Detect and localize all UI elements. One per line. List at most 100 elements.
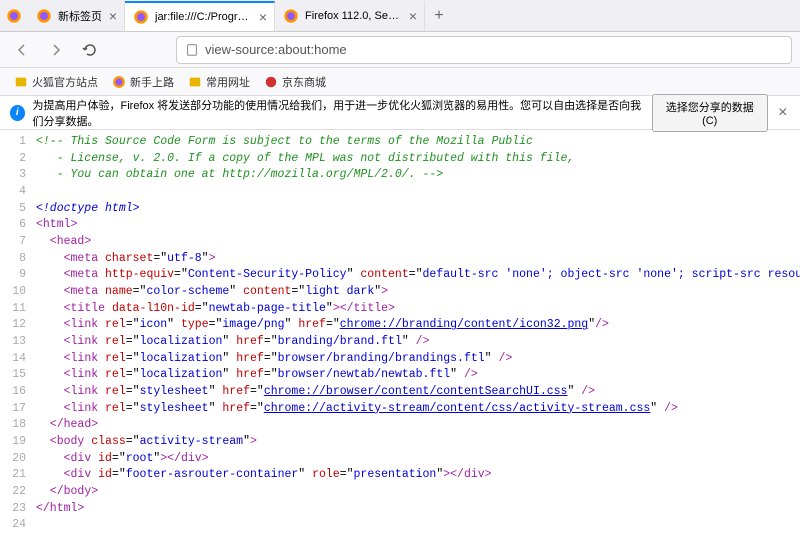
tab-close-button[interactable]: × [106,9,120,23]
source-line: 3 - You can obtain one at http://mozilla… [0,167,800,184]
tab-title: Firefox 112.0, See All New Fe [305,10,402,22]
reload-button[interactable] [76,36,104,64]
bookmarks-toolbar: 火狐官方站点新手上路 常用网址京东商城 [0,68,800,96]
source-line: 24 [0,517,800,534]
url-bar[interactable]: view-source:about:home [176,36,792,64]
source-line: 7 <head> [0,234,800,251]
tab-favicon [36,8,52,24]
line-number: 17 [0,401,36,418]
line-number: 6 [0,217,36,234]
line-code[interactable] [36,184,800,201]
line-code[interactable]: <html> [36,217,800,234]
line-code[interactable]: <meta name="color-scheme" content="light… [36,284,800,301]
source-line: 22 </body> [0,484,800,501]
source-line: 20 <div id="root"></div> [0,451,800,468]
line-code[interactable]: <link rel="localization" href="browser/b… [36,351,800,368]
source-line: 2 - License, v. 2.0. If a copy of the MP… [0,151,800,168]
line-number: 4 [0,184,36,201]
bookmark-icon [188,75,202,89]
info-icon: i [10,105,25,121]
line-code[interactable]: </head> [36,417,800,434]
line-code[interactable]: <!doctype html> [36,201,800,218]
line-code[interactable]: <link rel="stylesheet" href="chrome://ac… [36,401,800,418]
line-number: 2 [0,151,36,168]
line-number: 13 [0,334,36,351]
tab-0[interactable]: 新标签页 × [28,1,125,31]
source-view: 1<!-- This Source Code Form is subject t… [0,130,800,538]
line-number: 5 [0,201,36,218]
new-tab-button[interactable]: + [425,2,453,30]
page-icon [185,43,199,57]
info-close-button[interactable]: × [776,104,791,122]
source-line: 12 <link rel="icon" type="image/png" hre… [0,317,800,334]
line-number: 3 [0,167,36,184]
source-line: 13 <link rel="localization" href="brandi… [0,334,800,351]
line-number: 15 [0,367,36,384]
line-code[interactable] [36,517,800,534]
line-code[interactable]: <meta http-equiv="Content-Security-Polic… [36,267,800,284]
source-line: 5<!doctype html> [0,201,800,218]
line-code[interactable]: <title data-l10n-id="newtab-page-title">… [36,301,800,318]
source-line: 16 <link rel="stylesheet" href="chrome:/… [0,384,800,401]
tab-close-button[interactable]: × [256,10,270,24]
tab-2[interactable]: Firefox 112.0, See All New Fe × [275,1,425,31]
line-code[interactable]: <link rel="localization" href="branding/… [36,334,800,351]
tab-favicon [283,8,299,24]
source-line: 14 <link rel="localization" href="browse… [0,351,800,368]
line-code[interactable]: <link rel="localization" href="browser/n… [36,367,800,384]
url-text: view-source:about:home [205,42,347,57]
line-code[interactable]: <link rel="stylesheet" href="chrome://br… [36,384,800,401]
line-number: 23 [0,501,36,518]
line-number: 18 [0,417,36,434]
line-code[interactable]: <head> [36,234,800,251]
source-line: 19 <body class="activity-stream"> [0,434,800,451]
line-code[interactable]: <!-- This Source Code Form is subject to… [36,134,800,151]
source-line: 4 [0,184,800,201]
line-code[interactable]: - You can obtain one at http://mozilla.o… [36,167,800,184]
source-line: 11 <title data-l10n-id="newtab-page-titl… [0,301,800,318]
bookmark-icon [264,75,278,89]
line-number: 24 [0,517,36,534]
line-number: 21 [0,467,36,484]
source-line: 10 <meta name="color-scheme" content="li… [0,284,800,301]
line-number: 19 [0,434,36,451]
tab-close-button[interactable]: × [406,9,420,23]
source-line: 15 <link rel="localization" href="browse… [0,367,800,384]
line-code[interactable]: </body> [36,484,800,501]
line-code[interactable]: </html> [36,501,800,518]
line-number: 8 [0,251,36,268]
source-line: 17 <link rel="stylesheet" href="chrome:/… [0,401,800,418]
bookmark-icon [14,75,28,89]
back-button[interactable] [8,36,36,64]
line-number: 22 [0,484,36,501]
bookmark-icon [112,75,126,89]
line-number: 20 [0,451,36,468]
line-code[interactable]: <link rel="icon" type="image/png" href="… [36,317,800,334]
source-line: 18 </head> [0,417,800,434]
bookmark-label: 常用网址 [206,74,250,90]
tab-favicon [133,9,149,25]
bookmark-item[interactable]: 火狐官方站点 [8,72,104,92]
forward-button[interactable] [42,36,70,64]
tab-title: jar:file:///C:/Program%20Files/M [155,11,252,23]
line-code[interactable]: - License, v. 2.0. If a copy of the MPL … [36,151,800,168]
info-action-button[interactable]: 选择您分享的数据(C) [652,94,768,132]
source-line: 6<html> [0,217,800,234]
line-code[interactable]: <meta charset="utf-8"> [36,251,800,268]
line-code[interactable]: <div id="footer-asrouter-container" role… [36,467,800,484]
bookmark-item[interactable]: 常用网址 [182,72,256,92]
tab-title: 新标签页 [58,8,102,24]
line-number: 16 [0,384,36,401]
source-line: 23</html> [0,501,800,518]
bookmark-item[interactable]: 京东商城 [258,72,332,92]
line-number: 7 [0,234,36,251]
source-line: 9 <meta http-equiv="Content-Security-Pol… [0,267,800,284]
line-number: 11 [0,301,36,318]
source-line: 1<!-- This Source Code Form is subject t… [0,134,800,151]
info-bar: i 为提高用户体验，Firefox 将发送部分功能的使用情况给我们，用于进一步优… [0,96,800,130]
line-number: 14 [0,351,36,368]
line-code[interactable]: <div id="root"></div> [36,451,800,468]
tab-1[interactable]: jar:file:///C:/Program%20Files/M × [125,1,275,31]
bookmark-item[interactable]: 新手上路 [106,72,180,92]
line-code[interactable]: <body class="activity-stream"> [36,434,800,451]
